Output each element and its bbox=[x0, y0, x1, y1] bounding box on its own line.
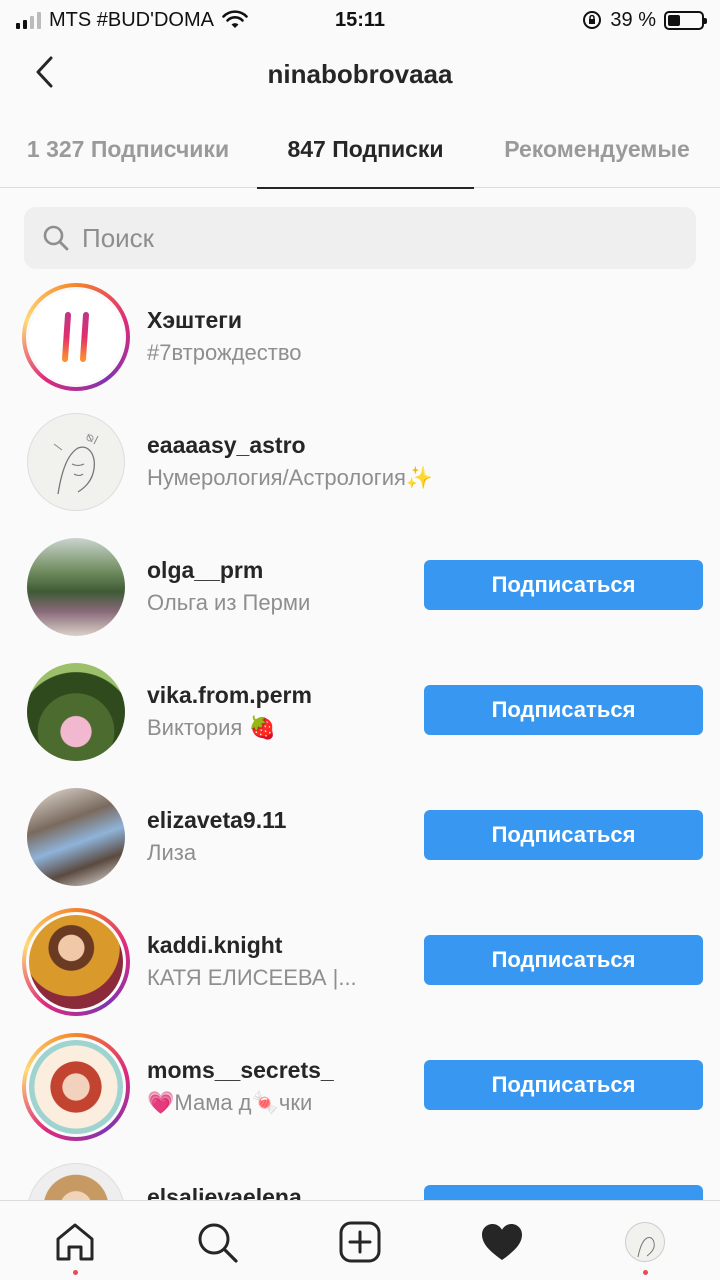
username: vika.from.perm bbox=[147, 682, 312, 708]
row-text: Хэштеги #7втрождество bbox=[147, 307, 302, 366]
list-item[interactable]: elsalievaelena bbox=[0, 1148, 720, 1200]
row-text: elizaveta9.11 Лиза bbox=[147, 807, 286, 866]
tab-suggested[interactable]: Рекомендуемые bbox=[474, 110, 720, 188]
subtitle: 💗Мама д🍬чки bbox=[147, 1090, 313, 1115]
follow-button[interactable]: Подписаться bbox=[424, 1060, 703, 1110]
tab-followers[interactable]: 1 327 Подписчики bbox=[0, 110, 256, 188]
list-item[interactable]: vika.from.perm Виктория 🍓 Подписаться bbox=[0, 648, 720, 773]
avatar bbox=[27, 538, 125, 636]
status-left: MTS #BUD'DOMA bbox=[16, 9, 248, 32]
follow-button[interactable]: Подписаться bbox=[424, 810, 703, 860]
wifi-icon bbox=[222, 10, 248, 28]
row-text: elsalievaelena bbox=[147, 1184, 302, 1200]
nav-search[interactable] bbox=[194, 1219, 240, 1265]
bottom-nav bbox=[0, 1200, 720, 1280]
avatar bbox=[27, 788, 125, 886]
search-bar[interactable] bbox=[24, 207, 696, 269]
list-item[interactable]: kaddi.knight КАТЯ ЕЛИСЕЕВА |... Подписат… bbox=[0, 898, 720, 1023]
status-right: 39 % bbox=[582, 8, 707, 32]
list-item[interactable]: elizaveta9.11 Лиза Подписаться bbox=[0, 773, 720, 898]
home-icon bbox=[56, 1223, 94, 1261]
back-button[interactable] bbox=[24, 50, 64, 94]
page-title: ninabobrovaaa bbox=[267, 58, 453, 89]
username: eaaaasy_astro bbox=[147, 432, 306, 458]
row-text: eaaaasy_astro Нумерология/Астрология✨ bbox=[147, 432, 433, 491]
line-art-portrait-image bbox=[53, 433, 99, 495]
row-text: vika.from.perm Виктория 🍓 bbox=[147, 682, 312, 741]
battery-fill bbox=[668, 14, 681, 26]
notification-dot bbox=[72, 1270, 78, 1275]
battery-percent: 39 % bbox=[610, 8, 656, 31]
subtitle: Нумерология/Астрология✨ bbox=[147, 465, 434, 490]
header: ninabobrovaaa bbox=[0, 40, 720, 108]
avatar bbox=[27, 413, 125, 511]
search-input[interactable] bbox=[82, 222, 642, 254]
nav-add-post[interactable] bbox=[337, 1219, 383, 1265]
avatar bbox=[22, 1033, 130, 1141]
avatar bbox=[22, 908, 130, 1016]
tab-bar: 1 327 Подписчики 847 Подписки Рекомендуе… bbox=[0, 110, 720, 189]
subtitle: КАТЯ ЕЛИСЕЕВА |... bbox=[147, 965, 357, 990]
status-time: 15:11 bbox=[334, 8, 386, 31]
list-item[interactable]: moms__secrets_ 💗Мама д🍬чки Подписаться bbox=[0, 1023, 720, 1148]
username: moms__secrets_ bbox=[147, 1057, 334, 1083]
follow-button[interactable]: Подписаться bbox=[424, 685, 703, 735]
row-text: olga__prm Ольга из Перми bbox=[147, 557, 310, 616]
chevron-left-icon bbox=[36, 56, 53, 88]
add-post-icon bbox=[339, 1221, 381, 1263]
username: elsalievaelena bbox=[147, 1184, 302, 1200]
hashtag-icon bbox=[51, 312, 100, 362]
username: elizaveta9.11 bbox=[147, 807, 287, 833]
search-icon bbox=[198, 1223, 238, 1263]
list-item[interactable]: eaaaasy_astro Нумерология/Астрология✨ bbox=[0, 398, 720, 523]
status-bar: MTS #BUD'DOMA 15:11 39 % bbox=[0, 0, 720, 40]
subtitle: Лиза bbox=[147, 840, 197, 865]
follow-button[interactable]: Подписаться bbox=[424, 560, 703, 610]
carrier-name: MTS #BUD'DOMA bbox=[49, 8, 214, 31]
profile-avatar bbox=[625, 1222, 665, 1262]
subtitle: Виктория 🍓 bbox=[147, 715, 276, 740]
follow-button[interactable] bbox=[424, 1185, 703, 1200]
nav-profile[interactable] bbox=[622, 1219, 668, 1275]
hashtag-avatar bbox=[22, 283, 130, 391]
follow-button[interactable]: Подписаться bbox=[424, 935, 703, 985]
rotation-lock-icon bbox=[583, 11, 602, 29]
nav-activity[interactable] bbox=[479, 1219, 525, 1265]
tab-following[interactable]: 847 Подписки bbox=[257, 110, 474, 189]
nav-home[interactable] bbox=[52, 1219, 98, 1275]
list-item[interactable]: Хэштеги #7втрождество bbox=[0, 273, 720, 398]
following-list: Хэштеги #7втрождество eaaaasy_astro Нуме… bbox=[0, 273, 720, 1200]
username: olga__prm bbox=[147, 557, 264, 583]
avatar bbox=[27, 1163, 125, 1200]
search-icon bbox=[43, 225, 69, 251]
subtitle: Ольга из Перми bbox=[147, 590, 311, 615]
heart-icon bbox=[482, 1224, 522, 1260]
notification-dot bbox=[642, 1270, 648, 1275]
subtitle: #7втрождество bbox=[147, 340, 302, 365]
username: Хэштеги bbox=[147, 307, 242, 333]
signal-icon bbox=[16, 11, 41, 29]
avatar bbox=[27, 663, 125, 761]
battery-icon bbox=[664, 10, 707, 30]
row-text: moms__secrets_ 💗Мама д🍬чки bbox=[147, 1057, 334, 1116]
row-text: kaddi.knight КАТЯ ЕЛИСЕЕВА |... bbox=[147, 932, 357, 991]
list-item[interactable]: olga__prm Ольга из Перми Подписаться bbox=[0, 523, 720, 648]
username: kaddi.knight bbox=[147, 932, 283, 958]
